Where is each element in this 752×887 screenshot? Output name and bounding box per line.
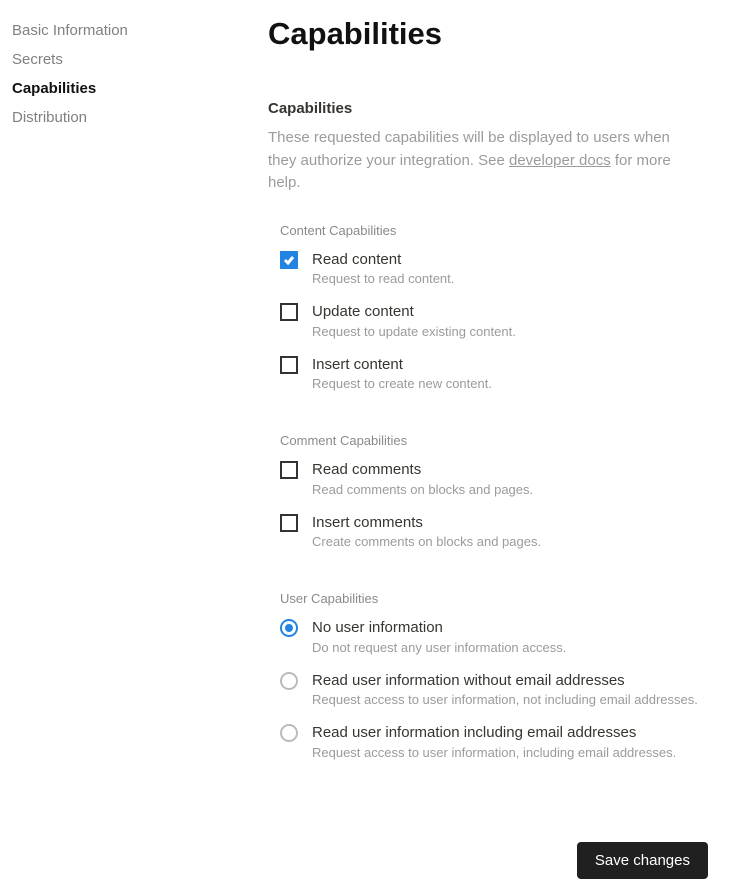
option-label: Update content xyxy=(312,302,740,322)
user-group-title: User Capabilities xyxy=(280,591,740,606)
option-user-info-no-email: Read user information without email addr… xyxy=(280,671,740,708)
option-label: Insert content xyxy=(312,355,740,375)
option-label: Read comments xyxy=(312,460,740,480)
option-read-comments: Read comments Read comments on blocks an… xyxy=(280,460,740,497)
option-no-user-info: No user information Do not request any u… xyxy=(280,618,740,655)
option-desc: Request access to user information, incl… xyxy=(312,745,740,760)
sidebar-item-capabilities[interactable]: Capabilities xyxy=(12,74,244,103)
option-label: Read content xyxy=(312,250,740,270)
comment-capabilities-group: Comment Capabilities Read comments Read … xyxy=(268,433,740,565)
insert-content-checkbox[interactable] xyxy=(280,356,298,374)
insert-comments-checkbox[interactable] xyxy=(280,514,298,532)
option-desc: Create comments on blocks and pages. xyxy=(312,534,740,549)
save-changes-button[interactable]: Save changes xyxy=(577,842,708,879)
main-content: Capabilities Capabilities These requeste… xyxy=(268,16,740,774)
sidebar-item-basic-information[interactable]: Basic Information xyxy=(12,16,244,45)
option-insert-comments: Insert comments Create comments on block… xyxy=(280,513,740,550)
option-update-content: Update content Request to update existin… xyxy=(280,302,740,339)
option-text: Read user information including email ad… xyxy=(312,723,740,760)
update-content-checkbox[interactable] xyxy=(280,303,298,321)
checkmark-icon xyxy=(283,254,295,266)
content-capabilities-group: Content Capabilities Read content Reques… xyxy=(268,223,740,408)
content-group-title: Content Capabilities xyxy=(280,223,740,238)
read-content-checkbox[interactable] xyxy=(280,251,298,269)
user-info-with-email-radio[interactable] xyxy=(280,724,298,742)
option-desc: Request to update existing content. xyxy=(312,324,740,339)
option-insert-content: Insert content Request to create new con… xyxy=(280,355,740,392)
option-desc: Request to read content. xyxy=(312,271,740,286)
comment-group-title: Comment Capabilities xyxy=(280,433,740,448)
radio-dot-icon xyxy=(285,624,293,632)
option-read-content: Read content Request to read content. xyxy=(280,250,740,287)
capabilities-heading: Capabilities xyxy=(268,100,740,117)
option-text: Read content Request to read content. xyxy=(312,250,740,287)
no-user-info-radio[interactable] xyxy=(280,619,298,637)
option-text: No user information Do not request any u… xyxy=(312,618,740,655)
user-capabilities-group: User Capabilities No user information Do… xyxy=(268,591,740,776)
option-text: Insert content Request to create new con… xyxy=(312,355,740,392)
footer: Save changes xyxy=(268,802,740,887)
option-desc: Read comments on blocks and pages. xyxy=(312,482,740,497)
option-label: Read user information without email addr… xyxy=(312,671,740,691)
option-label: Read user information including email ad… xyxy=(312,723,740,743)
sidebar-item-secrets[interactable]: Secrets xyxy=(12,45,244,74)
option-text: Update content Request to update existin… xyxy=(312,302,740,339)
capabilities-description: These requested capabilities will be dis… xyxy=(268,127,698,195)
option-desc: Request access to user information, not … xyxy=(312,692,740,707)
user-info-no-email-radio[interactable] xyxy=(280,672,298,690)
option-user-info-with-email: Read user information including email ad… xyxy=(280,723,740,760)
option-label: Insert comments xyxy=(312,513,740,533)
developer-docs-link[interactable]: developer docs xyxy=(509,152,611,169)
read-comments-checkbox[interactable] xyxy=(280,461,298,479)
option-text: Insert comments Create comments on block… xyxy=(312,513,740,550)
sidebar-item-distribution[interactable]: Distribution xyxy=(12,103,244,132)
option-desc: Do not request any user information acce… xyxy=(312,640,740,655)
page-title: Capabilities xyxy=(268,16,740,52)
option-label: No user information xyxy=(312,618,740,638)
sidebar: Basic Information Secrets Capabilities D… xyxy=(12,16,268,774)
option-text: Read user information without email addr… xyxy=(312,671,740,708)
option-text: Read comments Read comments on blocks an… xyxy=(312,460,740,497)
option-desc: Request to create new content. xyxy=(312,376,740,391)
